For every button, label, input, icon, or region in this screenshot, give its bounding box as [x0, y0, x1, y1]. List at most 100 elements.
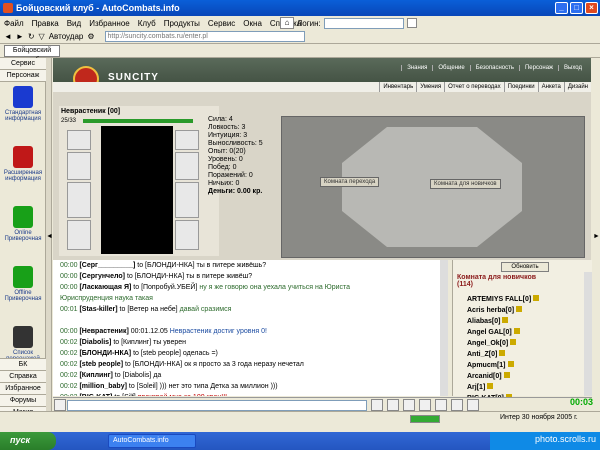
- chat-nick[interactable]: [Diabolis]: [79, 339, 113, 346]
- menu-service[interactable]: Сервис: [208, 19, 235, 28]
- character-name[interactable]: Неврастеник [00]: [61, 108, 120, 115]
- online-check-item[interactable]: Online Приверочная: [0, 202, 46, 262]
- menu-favorites[interactable]: Избранное: [89, 19, 130, 28]
- refresh-button[interactable]: Обновить: [501, 262, 549, 272]
- info-icon[interactable]: [503, 372, 510, 378]
- taskbar-item[interactable]: AutoCombats.info: [108, 434, 196, 448]
- chat-nick[interactable]: [Сергунчело]: [79, 273, 126, 280]
- room-map[interactable]: Комната перехода Комната для новичков: [281, 116, 585, 258]
- player-name[interactable]: Anti_Z[0]: [467, 351, 497, 358]
- nav-character[interactable]: Персонаж: [518, 65, 558, 71]
- player-item[interactable]: Angel GAL[0]: [467, 327, 539, 338]
- player-name[interactable]: Arj[1]: [467, 384, 485, 391]
- player-name[interactable]: Arcanid[0]: [467, 373, 502, 380]
- pants-slot[interactable]: [67, 220, 91, 250]
- send-icon[interactable]: [403, 399, 415, 411]
- player-name[interactable]: Acris herba[0]: [467, 307, 514, 314]
- players-scrollbar[interactable]: [584, 272, 592, 396]
- panel-service[interactable]: Сервис: [0, 58, 46, 70]
- minimize-button[interactable]: _: [555, 2, 568, 14]
- sound-icon[interactable]: [435, 399, 447, 411]
- music-icon[interactable]: [451, 399, 463, 411]
- flag-icon[interactable]: [406, 18, 417, 28]
- player-name[interactable]: Aliabas[0]: [467, 318, 500, 325]
- chat-scrollbar[interactable]: [440, 260, 448, 396]
- filter-icon[interactable]: ▽: [39, 32, 45, 41]
- nav-exit[interactable]: Выход: [558, 65, 587, 71]
- boots-slot[interactable]: [175, 220, 199, 250]
- collapse-right-icon[interactable]: ►: [593, 233, 600, 240]
- home-icon[interactable]: ⌂: [280, 17, 294, 29]
- back-icon[interactable]: ◄: [4, 32, 12, 41]
- player-item[interactable]: Anti_Z[0]: [467, 349, 539, 360]
- character-figure[interactable]: [101, 126, 173, 254]
- info-icon[interactable]: [516, 306, 523, 312]
- player-item[interactable]: Aliabas[0]: [467, 316, 539, 327]
- subnav-inventory[interactable]: Инвентарь: [379, 82, 416, 92]
- menu-view[interactable]: Вид: [67, 19, 81, 28]
- player-name[interactable]: ARTEMIYS FALL[0]: [467, 296, 531, 303]
- chat-nick[interactable]: [Киплинг]: [79, 372, 114, 379]
- chat-nick[interactable]: [БЛОНДИ-НКА]: [79, 350, 133, 357]
- chat-nick[interactable]: [million_baby]: [79, 383, 128, 390]
- chat-input[interactable]: [67, 400, 367, 411]
- subnav-design[interactable]: Дизайн: [563, 82, 591, 92]
- player-name[interactable]: Angel GAL[0]: [467, 329, 512, 336]
- right-splitter[interactable]: ►: [592, 58, 600, 420]
- filter-icon[interactable]: [387, 399, 399, 411]
- info-icon[interactable]: [487, 383, 494, 389]
- address-field[interactable]: http://suncity.combats.ru/enter.pl: [104, 31, 305, 42]
- info-icon[interactable]: [499, 350, 506, 356]
- magic-icon[interactable]: [419, 399, 431, 411]
- chat-recipient[interactable]: to [Silf]: [114, 394, 137, 396]
- nav-chat[interactable]: Общение: [432, 65, 469, 71]
- chat-recipient[interactable]: to [Киплинг]: [113, 339, 153, 346]
- nav-security[interactable]: Безопасность: [469, 65, 519, 71]
- panel-bk[interactable]: БК: [0, 358, 46, 370]
- chat-nick[interactable]: [Stas-killer]: [79, 306, 119, 313]
- armor-slot[interactable]: [67, 152, 91, 180]
- panel-help[interactable]: Справка: [0, 370, 46, 382]
- chat-nick[interactable]: [Серг_________]: [79, 262, 137, 269]
- chat-recipient[interactable]: to [Попробуй.УБЕЙ]: [133, 284, 199, 291]
- chat-recipient[interactable]: to [БЛОНДИ-НКА]: [125, 361, 184, 368]
- subnav-fights[interactable]: Поединки: [503, 82, 538, 92]
- player-item[interactable]: Arj[1]: [467, 382, 539, 393]
- chat-recipient[interactable]: to [Soleil]: [129, 383, 160, 390]
- player-item[interactable]: ARTEMIYS FALL[0]: [467, 294, 540, 305]
- chat-recipient[interactable]: to [Ветер на небе]: [120, 306, 180, 313]
- extended-info-item[interactable]: Расширенная информация: [0, 142, 46, 202]
- options-icon[interactable]: [467, 399, 479, 411]
- subnav-profile[interactable]: Анкета: [537, 82, 564, 92]
- start-button[interactable]: пуск: [0, 432, 56, 450]
- shield-slot[interactable]: [175, 182, 199, 218]
- player-item[interactable]: Acris herba[0]: [467, 305, 539, 316]
- menu-club[interactable]: Клуб: [138, 19, 156, 28]
- gloves-slot[interactable]: [175, 152, 199, 180]
- player-item[interactable]: Angel_Ok[0]: [467, 338, 539, 349]
- left-splitter[interactable]: ◄: [46, 58, 53, 420]
- weapon-slot[interactable]: [67, 182, 91, 218]
- collapse-left-icon[interactable]: ◄: [46, 233, 53, 240]
- chat-nick[interactable]: [BIG KAT]: [79, 394, 114, 396]
- autoudar-button[interactable]: Автоудар: [49, 32, 84, 41]
- info-icon[interactable]: [510, 339, 517, 345]
- forward-icon[interactable]: ►: [16, 32, 24, 41]
- menu-file[interactable]: Файл: [4, 19, 24, 28]
- menu-edit[interactable]: Правка: [32, 19, 59, 28]
- login-input[interactable]: [323, 17, 404, 29]
- panel-favorites[interactable]: Избранное: [0, 382, 46, 394]
- chat-nick[interactable]: [Ласкающая Я]: [79, 284, 133, 291]
- chat-recipient[interactable]: to [steb people]: [133, 350, 183, 357]
- menu-windows[interactable]: Окна: [243, 19, 262, 28]
- chat-recipient[interactable]: to [БЛОНДИ-НКА]: [127, 273, 186, 280]
- offline-check-item[interactable]: Offline Приверочная: [0, 262, 46, 322]
- player-name[interactable]: Angel_Ok[0]: [467, 340, 508, 347]
- info-icon[interactable]: [507, 361, 514, 367]
- chat-nick[interactable]: [steb people]: [79, 361, 125, 368]
- nav-knowledge[interactable]: Знания: [401, 65, 432, 71]
- player-item[interactable]: Arcanid[0]: [467, 371, 539, 382]
- gear-icon[interactable]: ⚙: [87, 32, 94, 41]
- info-icon[interactable]: [533, 295, 540, 301]
- chat-recipient[interactable]: to [Diabolis]: [115, 372, 154, 379]
